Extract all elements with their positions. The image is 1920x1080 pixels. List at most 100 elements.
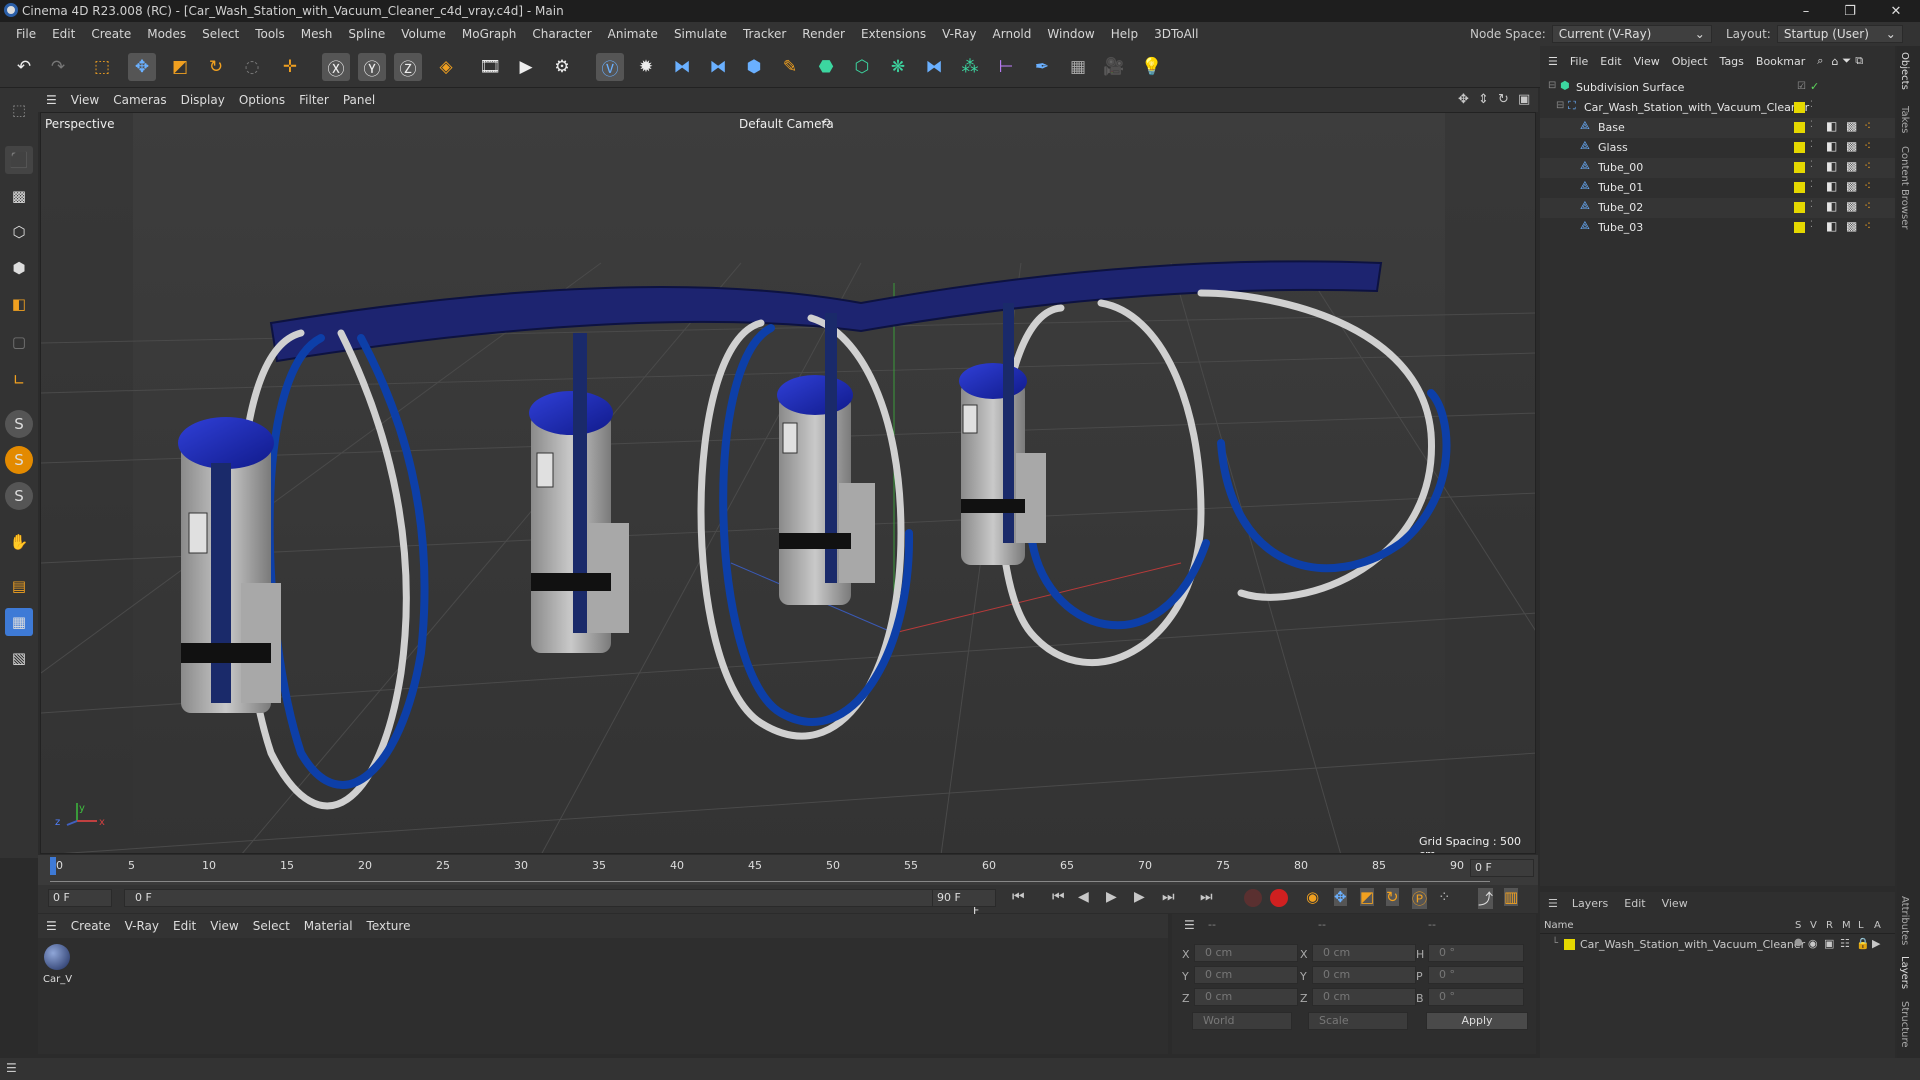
viewport-menu-options[interactable]: Options xyxy=(232,93,292,107)
maximize-view-icon[interactable]: ▣ xyxy=(1518,92,1530,107)
locked-workplane-icon[interactable]: ▧ xyxy=(5,644,33,672)
python-icon[interactable]: ⧓ xyxy=(668,53,696,81)
timeline-ruler[interactable]: 0 5 10 15 20 25 30 35 40 45 50 55 60 65 … xyxy=(38,855,1538,885)
enabled-check-icon[interactable]: ✓ xyxy=(1810,80,1819,93)
visibility-dots-icon[interactable]: ⁚ xyxy=(1810,220,1813,230)
keyframe-selection-icon[interactable]: ◉ xyxy=(1306,888,1319,906)
layer-col-animation[interactable]: A xyxy=(1874,920,1881,931)
tab-attributes[interactable]: Attributes xyxy=(1899,896,1910,945)
key-pla-icon[interactable]: ⁘ xyxy=(1438,888,1451,906)
rotation-b-field[interactable]: 0 ° xyxy=(1428,988,1524,1006)
y-axis-lock-icon[interactable]: Ⓨ xyxy=(358,53,386,81)
object-row[interactable]: ⟁ Tube_02 ⁚ ◧ ▩ ⁖ xyxy=(1540,198,1895,218)
tab-structure[interactable]: Structure xyxy=(1899,1001,1910,1048)
menu-file[interactable]: File xyxy=(8,27,44,41)
object-row[interactable]: ⟁ Tube_03 ⁚ ◧ ▩ ⁖ xyxy=(1540,218,1895,238)
edges-mode-icon[interactable]: ⬢ xyxy=(5,254,33,282)
menu-animate[interactable]: Animate xyxy=(600,27,666,41)
rotate-view-icon[interactable]: ↻ xyxy=(1498,92,1509,107)
next-frame-icon[interactable]: ▶ xyxy=(1134,889,1145,905)
layer-color-swatch[interactable] xyxy=(1794,202,1805,213)
record-icon[interactable] xyxy=(1244,889,1262,907)
viewport-menu-panel[interactable]: Panel xyxy=(336,93,382,107)
hamburger-icon[interactable]: ☰ xyxy=(1540,55,1564,68)
camera-label[interactable]: Default Camera xyxy=(739,117,834,131)
texture-tag-icon[interactable]: ⁖ xyxy=(1864,119,1871,133)
floor-icon[interactable]: ▦ xyxy=(1064,53,1092,81)
visibility-dots-icon[interactable]: ⁚ xyxy=(1810,120,1813,130)
size-y-field[interactable]: 0 cm xyxy=(1312,966,1416,984)
material-tag-icon[interactable]: ▩ xyxy=(1846,139,1857,153)
render-picture-viewer-icon[interactable]: ▶ xyxy=(512,53,540,81)
material-menu-create[interactable]: Create xyxy=(64,919,118,933)
key-parameter-icon[interactable]: Ⓟ xyxy=(1412,888,1428,909)
size-z-field[interactable]: 0 cm xyxy=(1312,988,1416,1006)
close-icon[interactable]: ✕ xyxy=(1876,0,1916,22)
menu-simulate[interactable]: Simulate xyxy=(666,27,735,41)
transform-mode-dropdown[interactable]: Scale xyxy=(1308,1012,1408,1030)
object-menu-object[interactable]: Object xyxy=(1666,55,1714,68)
zoom-view-icon[interactable]: ⇕ xyxy=(1478,92,1489,107)
new-window-icon[interactable]: ⧉ xyxy=(1853,54,1865,68)
collapse-icon[interactable]: ⊟ xyxy=(1548,80,1556,91)
redo-icon[interactable]: ↷ xyxy=(44,53,72,81)
object-row[interactable]: ⊟ ⬢ Subdivision Surface ☑ ✓ xyxy=(1540,78,1895,98)
menu-3dtoall[interactable]: 3DToAll xyxy=(1146,27,1206,41)
viewport-menu-display[interactable]: Display xyxy=(174,93,232,107)
tab-takes[interactable]: Takes xyxy=(1899,106,1910,133)
object-name[interactable]: Subdivision Surface xyxy=(1576,81,1684,94)
points-mode-icon[interactable]: ⬡ xyxy=(5,218,33,246)
play-icon[interactable]: ▶ xyxy=(1106,889,1117,905)
preview-range-slider[interactable]: 0 F 90 F xyxy=(124,889,987,917)
previous-frame-icon[interactable]: ◀ xyxy=(1078,889,1089,905)
python-generator-icon[interactable]: ⧓ xyxy=(920,53,948,81)
menu-tracker[interactable]: Tracker xyxy=(735,27,794,41)
position-z-field[interactable]: 0 cm xyxy=(1194,988,1298,1006)
effector-icon[interactable]: ⁂ xyxy=(956,53,984,81)
texture-tag-icon[interactable]: ⁖ xyxy=(1864,219,1871,233)
phong-tag-icon[interactable]: ◧ xyxy=(1826,119,1837,133)
object-name[interactable]: Glass xyxy=(1598,141,1628,154)
move-tool-icon[interactable]: ✥ xyxy=(128,53,156,81)
material-tag-icon[interactable]: ▩ xyxy=(1846,199,1857,213)
layer-col-name[interactable]: Name xyxy=(1544,920,1574,931)
go-to-end-icon[interactable]: ⏭ xyxy=(1200,889,1213,905)
menu-volume[interactable]: Volume xyxy=(393,27,454,41)
rotation-p-field[interactable]: 0 ° xyxy=(1428,966,1524,984)
pan-view-icon[interactable]: ✥ xyxy=(1458,92,1469,107)
collapse-icon[interactable]: ⊟ xyxy=(1556,100,1564,111)
layer-color-swatch[interactable] xyxy=(1794,142,1805,153)
start-frame-field[interactable]: 0 F xyxy=(48,889,112,907)
edit-check-icon[interactable]: ☑ xyxy=(1797,81,1806,92)
object-row[interactable]: ⊟ ⛶ Car_Wash_Station_with_Vacuum_Cleaner… xyxy=(1540,98,1895,118)
object-row[interactable]: ⟁ Glass ⁚ ◧ ▩ ⁖ xyxy=(1540,138,1895,158)
axis-mode-icon[interactable]: ∟ xyxy=(5,366,33,394)
layer-menu-edit[interactable]: Edit xyxy=(1616,897,1653,910)
material-tag-icon[interactable]: ▩ xyxy=(1846,159,1857,173)
world-axis-icon[interactable]: ✛ xyxy=(276,53,304,81)
vray-logo-icon[interactable]: Ⓥ xyxy=(596,53,624,81)
solo-icon[interactable]: ● xyxy=(1794,937,1803,948)
menu-create[interactable]: Create xyxy=(83,27,139,41)
menu-help[interactable]: Help xyxy=(1103,27,1146,41)
grid-icon[interactable]: ▦ xyxy=(5,608,33,636)
camera-icon[interactable]: ⟲ xyxy=(821,116,830,129)
visibility-dots-icon[interactable]: ⁚ xyxy=(1810,100,1813,110)
deformer-icon[interactable]: ⊢ xyxy=(992,53,1020,81)
hamburger-icon[interactable]: ☰ xyxy=(38,93,64,107)
cloner-icon[interactable]: ❋ xyxy=(884,53,912,81)
go-to-start-icon[interactable]: ⏮ xyxy=(1012,889,1025,905)
recent-tool-icon[interactable]: ◌ xyxy=(238,53,266,81)
rotation-h-field[interactable]: 0 ° xyxy=(1428,944,1524,962)
menu-mesh[interactable]: Mesh xyxy=(293,27,341,41)
pen-spline-icon[interactable]: ✎ xyxy=(776,53,804,81)
size-x-field[interactable]: 0 cm xyxy=(1312,944,1416,962)
tweak-icon[interactable]: ✋ xyxy=(5,528,33,556)
layout-dropdown[interactable]: Startup (User) ⌄ xyxy=(1776,25,1903,43)
position-x-field[interactable]: 0 cm xyxy=(1194,944,1298,962)
viewport-menu-cameras[interactable]: Cameras xyxy=(106,93,173,107)
layer-col-manager[interactable]: M xyxy=(1842,920,1851,931)
object-row[interactable]: ⟁ Base ⁚ ◧ ▩ ⁖ xyxy=(1540,118,1895,138)
hamburger-icon[interactable]: ☰ xyxy=(1184,918,1195,932)
z-axis-lock-icon[interactable]: Ⓩ xyxy=(394,53,422,81)
